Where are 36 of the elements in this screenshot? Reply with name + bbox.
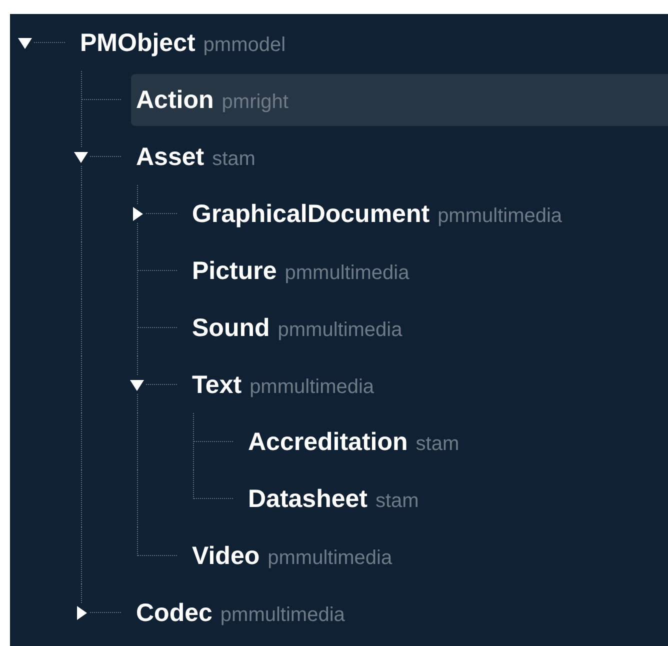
- node-name: Video: [192, 540, 260, 572]
- node-name: Picture: [192, 256, 277, 286]
- node-name: Action: [136, 84, 214, 116]
- node-module: stam: [376, 488, 419, 514]
- node-name: PMObject: [80, 28, 196, 58]
- tree-item[interactable]: Datasheet stam: [243, 472, 431, 524]
- tree-item[interactable]: Codec pmmultimedia: [131, 586, 357, 638]
- caret-down-icon: [129, 377, 145, 393]
- node-name: GraphicalDocument: [192, 198, 430, 230]
- node-module: pmright: [222, 90, 288, 114]
- caret-down-icon: [73, 149, 89, 165]
- node-name: Text: [192, 370, 242, 400]
- node-name: Asset: [136, 142, 204, 172]
- node-module: stam: [416, 432, 460, 456]
- node-name: Datasheet: [248, 484, 368, 514]
- tree-item[interactable]: Text pmmultimedia: [187, 358, 386, 410]
- node-module: pmmultimedia: [250, 374, 374, 400]
- tree-item[interactable]: Video pmmultimedia: [187, 530, 404, 582]
- tree-item[interactable]: Action pmright: [131, 74, 668, 126]
- tree-item[interactable]: Sound pmmultimedia: [187, 302, 414, 354]
- node-module: pmmultimedia: [278, 318, 402, 342]
- caret-down-icon: [17, 35, 33, 51]
- tree-item[interactable]: GraphicalDocument pmmultimedia: [187, 188, 574, 240]
- node-module: pmmultimedia: [438, 204, 562, 228]
- node-module: pmmultimedia: [284, 260, 410, 286]
- tree-item[interactable]: Picture pmmultimedia: [187, 244, 422, 296]
- node-name: Codec: [136, 598, 212, 628]
- tree-item[interactable]: Asset stam: [131, 130, 268, 182]
- node-module: pmmodel: [203, 32, 286, 58]
- node-name: Sound: [192, 312, 270, 344]
- tree-item[interactable]: Accreditation stam: [243, 416, 472, 468]
- node-name: Accreditation: [248, 426, 408, 458]
- node-module: stam: [212, 146, 256, 172]
- node-module: pmmultimedia: [220, 602, 345, 628]
- tree-item[interactable]: PMObject pmmodel: [75, 16, 298, 68]
- node-module: pmmultimedia: [268, 546, 392, 570]
